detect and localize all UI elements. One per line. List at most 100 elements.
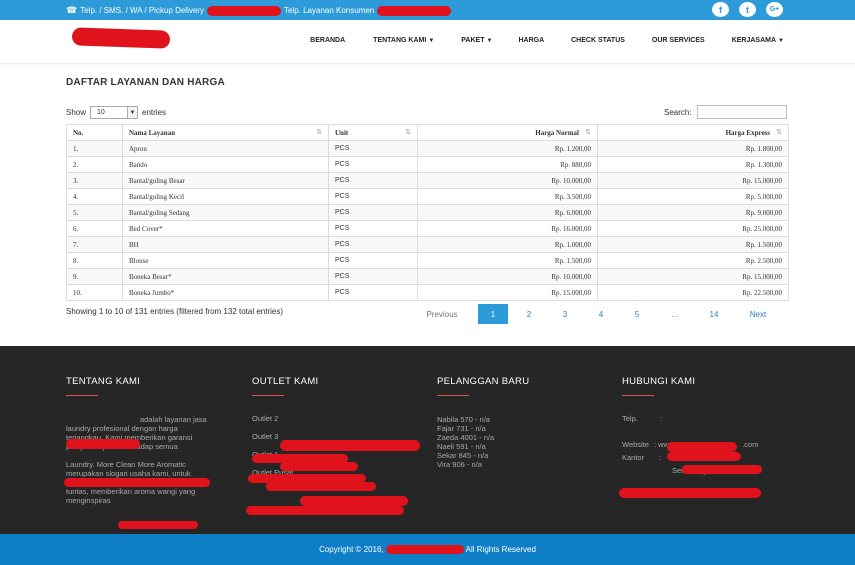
cell-no: 3. (66, 172, 123, 189)
contact-info: ☎ Telp. / SMS. / WA / Pickup Delivery Te… (66, 5, 452, 16)
table-row: 7. BH PCS Rp. 1.000,00 Rp. 1.500,00 (66, 236, 789, 253)
redacted-phone (667, 452, 741, 461)
table-info: Showing 1 to 10 of 131 entries (filtered… (66, 307, 284, 316)
footer-about-text: adalah layanan jasa laundry profesional … (66, 415, 207, 505)
nav-beranda[interactable]: BERANDA (310, 37, 345, 44)
pagination-previous[interactable]: Previous (416, 304, 468, 324)
cell-nama-layanan: Bantal/guling Besar (122, 172, 329, 189)
chevron-down-icon: ▼ (127, 107, 138, 118)
outlet-link[interactable]: Outlet 2 (252, 410, 422, 428)
nav-our-services[interactable]: OUR SERVICES (652, 37, 705, 44)
cell-harga-express: Rp. 2.500,00 (597, 252, 789, 269)
col-no[interactable]: No. (66, 124, 123, 141)
copyright-suffix: All Rights Reserved (465, 545, 536, 554)
cell-nama-layanan: Apron (122, 140, 329, 157)
pagination-page-4[interactable]: 4 (580, 304, 622, 324)
pagination-ellipsis: ... (671, 309, 679, 319)
cell-unit: PCS (328, 268, 418, 285)
cell-unit: PCS (328, 252, 418, 269)
entries-length-control: Show 10 ▼ entries (66, 106, 166, 119)
cell-nama-layanan: Bantal/guling Sedang (122, 204, 329, 221)
col-harga-normal[interactable]: Harga Normal ⇅ (417, 124, 598, 141)
cell-harga-express: Rp. 1.300,00 (597, 156, 789, 173)
site-header: BERANDA TENTANG KAMI ▼ PAKET ▼ HARGA CHECK… (0, 20, 855, 64)
customer-item: Nabila 570 - n/a (437, 415, 490, 424)
search-input[interactable] (696, 105, 787, 119)
website-label: Website (622, 440, 649, 449)
divider (66, 395, 98, 396)
col-unit[interactable]: Unit ⇅ (328, 124, 418, 141)
footer-customers-list: Nabila 570 - n/a Fajar 731 - n/a Zaeda 4… (437, 415, 607, 469)
search-label: Search: (664, 107, 692, 117)
redacted-address (619, 488, 761, 498)
cell-no: 4. (66, 188, 123, 205)
caret-down-icon: ▼ (428, 38, 435, 44)
phone-label: Telp. (622, 414, 638, 423)
pagination-page-2[interactable]: 2 (508, 304, 550, 324)
footer-outlets-title: OUTLET KAMI (252, 376, 319, 387)
cell-nama-layanan: Bantal/guling Kecil (122, 188, 329, 205)
table-row: 10. Boneka Jumbo* PCS Rp. 15.000,00 Rp. 22.5… (66, 284, 789, 301)
pagination-page-5[interactable]: 5 (622, 304, 652, 324)
google-plus-icon[interactable]: G+ (766, 2, 783, 17)
col-harga-express[interactable]: Harga Express ⇅ (597, 124, 789, 141)
cell-nama-layanan: Blouse (122, 252, 329, 269)
nav-paket[interactable]: PAKET ▼ (461, 37, 492, 44)
cell-unit: PCS (328, 284, 418, 301)
caret-down-icon: ▼ (778, 38, 784, 44)
customer-item: Naeli 591 - n/a (437, 442, 486, 451)
divider (622, 395, 654, 396)
cell-harga-express: Rp. 15.000,00 (597, 268, 789, 285)
cell-no: 6. (66, 220, 123, 237)
redacted-website (682, 465, 762, 474)
footer-outlets: OUTLET KAMI Outlet 2 Outlet 3 Outlet 1 O… (246, 376, 422, 515)
customer-item: Sekar 845 - n/a (437, 451, 489, 460)
redacted-text (118, 521, 198, 529)
redacted-phone (667, 442, 737, 452)
table-row: 5. Bantal/guling Sedang PCS Rp. 6.000,00 Rp.… (66, 204, 789, 221)
entries-select[interactable]: 10 ▼ (90, 106, 139, 119)
pagination-page-14[interactable]: 14 (698, 304, 730, 324)
site-logo[interactable] (71, 27, 171, 49)
cell-unit: PCS (328, 172, 418, 189)
twitter-icon[interactable]: t (739, 2, 756, 17)
cell-no: 7. (66, 236, 123, 253)
cell-harga-normal: Rp. 880,00 (417, 156, 598, 173)
nav-kerjasama[interactable]: KERJASAMA ▼ (732, 37, 784, 44)
cell-harga-normal: Rp. 1.000,00 (417, 236, 598, 253)
cell-harga-normal: Rp. 6.000,00 (417, 204, 598, 221)
sort-icon: ⇅ (585, 128, 591, 136)
col-nama-layanan[interactable]: Nama Layanan ⇅ (122, 124, 329, 141)
cell-harga-normal: Rp. 10.000,00 (417, 172, 598, 189)
cell-harga-express: Rp. 15.000,00 (597, 172, 789, 189)
facebook-icon[interactable]: f (712, 2, 729, 17)
office-label: Kantor (622, 453, 645, 462)
redacted-address (280, 440, 420, 451)
nav-harga[interactable]: HARGA (518, 37, 544, 44)
divider (437, 395, 469, 396)
nav-tentang-kami[interactable]: TENTANG KAMI ▼ (373, 37, 434, 44)
cell-harga-normal: Rp. 10.000,00 (417, 268, 598, 285)
table-header-row: No. Nama Layanan ⇅ Unit ⇅ Harga Normal ⇅ Ha… (66, 124, 789, 141)
redacted-consumer-phone (377, 5, 452, 16)
pagination-page-3[interactable]: 3 (550, 304, 580, 324)
cell-no: 5. (66, 204, 123, 221)
price-table: No. Nama Layanan ⇅ Unit ⇅ Harga Normal ⇅ Ha… (66, 124, 789, 301)
social-links: f t G+ (712, 2, 783, 17)
entries-label: entries (142, 108, 167, 117)
table-row: 3. Bantal/guling Besar PCS Rp. 10.000,00 Rp.… (66, 172, 789, 189)
phone-text: Telp. / SMS. / WA / Pickup Delivery (80, 6, 204, 15)
customer-item: Zaeda 4001 - n/a (437, 433, 495, 442)
cell-unit: PCS (328, 188, 418, 205)
footer-contact-title: HUBUNGI KAMI (622, 376, 696, 387)
cell-harga-normal: Rp. 1.200,00 (417, 140, 598, 157)
redacted-address (280, 462, 358, 471)
table-row: 1. Apron PCS Rp. 1.200,00 Rp. 1.800,00 (66, 140, 789, 157)
pagination-page-1[interactable]: 1 (478, 304, 508, 324)
table-search: Search: (664, 105, 787, 119)
nav-check-status[interactable]: CHECK STATUS (571, 37, 625, 44)
sort-asc-icon: ⇅ (316, 128, 322, 136)
cell-no: 10. (66, 284, 123, 301)
pagination-next[interactable]: Next (730, 304, 786, 324)
copyright-bar: Copyright © 2016, All Rights Reserved (0, 534, 855, 565)
